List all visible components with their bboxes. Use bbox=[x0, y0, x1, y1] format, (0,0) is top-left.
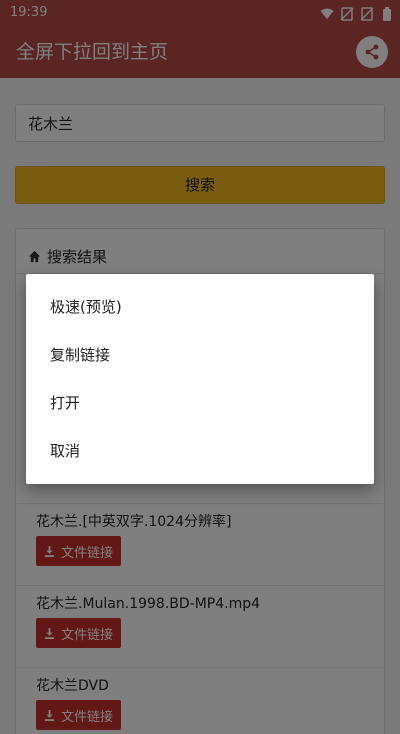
context-menu-dialog: 极速(预览) 复制链接 打开 取消 bbox=[26, 274, 374, 484]
menu-item-open[interactable]: 打开 bbox=[26, 379, 374, 427]
menu-item-cancel[interactable]: 取消 bbox=[26, 427, 374, 475]
menu-item-copy-link[interactable]: 复制链接 bbox=[26, 331, 374, 379]
menu-item-fast-preview[interactable]: 极速(预览) bbox=[26, 283, 374, 331]
